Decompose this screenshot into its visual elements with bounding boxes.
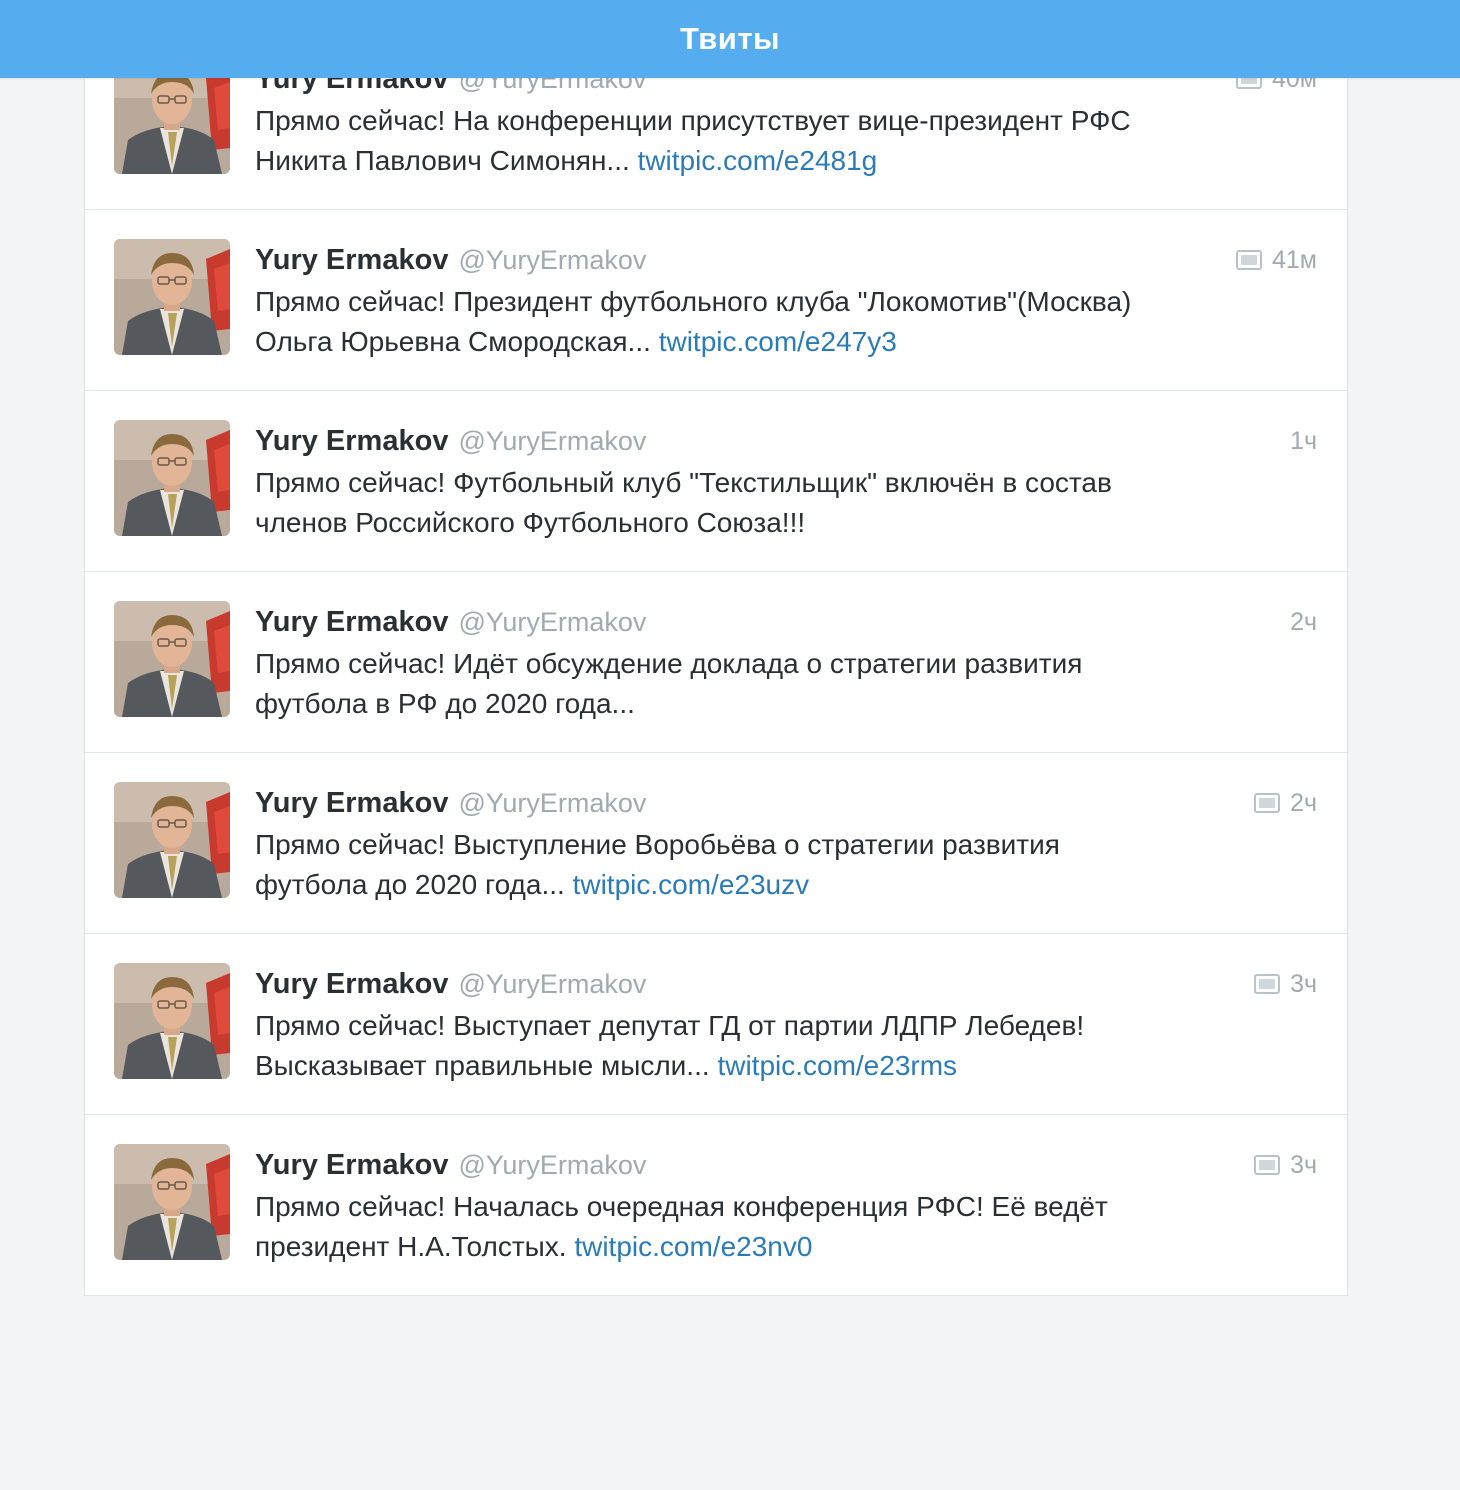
tweet-meta: 2ч <box>1254 781 1317 825</box>
tweet-text-line: Прямо сейчас! Выступает депутат ГД от па… <box>255 1006 1317 1046</box>
timestamp[interactable]: 3ч <box>1290 970 1317 999</box>
tweet-item[interactable]: Yury Ermakov @YuryErmakov 2ч Прямо сейчас! … <box>85 572 1347 753</box>
timestamp[interactable]: 2ч <box>1290 789 1317 818</box>
tweet-text-block: Прямо сейчас! Президент футбольного клуб… <box>255 282 1317 362</box>
tweet-text-line: футбола в РФ до 2020 года... <box>255 684 1317 724</box>
avatar[interactable] <box>114 239 230 355</box>
timestamp[interactable]: 1ч <box>1290 427 1317 456</box>
tweet-text-block: Прямо сейчас! На конференции присутствуе… <box>255 101 1317 181</box>
tweet-text-line: Прямо сейчас! На конференции присутствуе… <box>255 101 1317 141</box>
tweet-text: Прямо сейчас! Идёт обсуждение доклада о … <box>255 648 1083 679</box>
photo-icon <box>1254 793 1281 813</box>
tweet-body: Yury Ermakov @YuryErmakov 41м Прямо сейчас!… <box>255 238 1317 362</box>
tweet-text: Прямо сейчас! Футбольный клуб "Текстильщ… <box>255 467 1112 498</box>
tweet-text: Ольга Юрьевна Смородская... <box>255 326 659 357</box>
avatar[interactable] <box>114 963 230 1079</box>
tweet-text-line: Высказывает правильные мысли... twitpic.… <box>255 1046 1317 1086</box>
photo-icon <box>1254 974 1281 994</box>
author-handle[interactable]: @YuryErmakov <box>458 426 646 457</box>
tweet-item[interactable]: Yury Ermakov @YuryErmakov 3ч Прямо сейчас! … <box>85 934 1347 1115</box>
tweet-text-block: Прямо сейчас! Идёт обсуждение доклада о … <box>255 644 1317 724</box>
tweet-body: Yury Ermakov @YuryErmakov 3ч Прямо сейчас! … <box>255 962 1317 1086</box>
tweet-text: Никита Павлович Симонян... <box>255 145 638 176</box>
tweet-item[interactable]: Yury Ermakov @YuryErmakov 3ч Прямо сейчас! … <box>85 1115 1347 1296</box>
tweet-meta: 3ч <box>1254 962 1317 1006</box>
tweet-text: членов Российского Футбольного Союза!!! <box>255 507 806 538</box>
tweet-header: Yury Ermakov @YuryErmakov 3ч <box>255 1143 1317 1187</box>
tweet-item[interactable]: Yury Ermakov @YuryErmakov 41м Прямо сейчас!… <box>85 210 1347 391</box>
top-bar: Твиты <box>0 0 1460 78</box>
author-name[interactable]: Yury Ermakov <box>255 244 448 277</box>
tweet-link[interactable]: twitpic.com/e2481g <box>638 145 878 176</box>
tweet-link[interactable]: twitpic.com/e247y3 <box>659 326 897 357</box>
tweet-text: Прямо сейчас! На конференции присутствуе… <box>255 105 1131 136</box>
tweet-text-line: Ольга Юрьевна Смородская... twitpic.com/… <box>255 322 1317 362</box>
author-name[interactable]: Yury Ermakov <box>255 606 448 639</box>
avatar[interactable] <box>114 1144 230 1260</box>
tweet-link[interactable]: twitpic.com/e23nv0 <box>574 1231 812 1262</box>
tweet-text-block: Прямо сейчас! Выступает депутат ГД от па… <box>255 1006 1317 1086</box>
tweet-text-line: членов Российского Футбольного Союза!!! <box>255 503 1317 543</box>
tweet-text-line: Прямо сейчас! Идёт обсуждение доклада о … <box>255 644 1317 684</box>
author-handle[interactable]: @YuryErmakov <box>458 1150 646 1181</box>
tweet-text: футбола до 2020 года... <box>255 869 573 900</box>
tweet-body: Yury Ermakov @YuryErmakov 3ч Прямо сейчас! … <box>255 1143 1317 1267</box>
tweet-text-line: президент Н.А.Толстых. twitpic.com/e23nv… <box>255 1227 1317 1267</box>
tweet-text-line: Прямо сейчас! Началась очередная конфере… <box>255 1187 1317 1227</box>
tweet-text: Прямо сейчас! Выступает депутат ГД от па… <box>255 1010 1085 1041</box>
author-name[interactable]: Yury Ermakov <box>255 1149 448 1182</box>
timestamp[interactable]: 41м <box>1272 246 1317 275</box>
avatar[interactable] <box>114 782 230 898</box>
tweet-meta: 2ч <box>1290 600 1317 644</box>
tweet-body: Yury Ermakov @YuryErmakov 1ч Прямо сейчас! … <box>255 419 1317 543</box>
tweet-header: Yury Ermakov @YuryErmakov 1ч <box>255 419 1317 463</box>
tweet-link[interactable]: twitpic.com/e23rms <box>717 1050 957 1081</box>
author-name[interactable]: Yury Ermakov <box>255 968 448 1001</box>
author-handle[interactable]: @YuryErmakov <box>458 607 646 638</box>
photo-icon <box>1254 1155 1281 1175</box>
timestamp[interactable]: 3ч <box>1290 1151 1317 1180</box>
tweet-body: Yury Ermakov @YuryErmakov 2ч Прямо сейчас! … <box>255 600 1317 724</box>
tweet-text-line: Прямо сейчас! Президент футбольного клуб… <box>255 282 1317 322</box>
photo-icon <box>1236 250 1262 270</box>
tweet-meta: 3ч <box>1254 1143 1317 1187</box>
author-name[interactable]: Yury Ermakov <box>255 787 448 820</box>
tweet-text-line: Никита Павлович Симонян... twitpic.com/e… <box>255 141 1317 181</box>
tweet-item[interactable]: Yury Ermakov @YuryErmakov 2ч Прямо сейчас! … <box>85 753 1347 934</box>
author-name[interactable]: Yury Ermakov <box>255 425 448 458</box>
author-handle[interactable]: @YuryErmakov <box>458 788 646 819</box>
timestamp[interactable]: 2ч <box>1290 608 1317 637</box>
author-handle[interactable]: @YuryErmakov <box>458 969 646 1000</box>
tweet-text-line: Прямо сейчас! Футбольный клуб "Текстильщ… <box>255 463 1317 503</box>
avatar[interactable] <box>114 420 230 536</box>
tweet-text-line: футбола до 2020 года... twitpic.com/e23u… <box>255 865 1317 905</box>
tweet-text-line: Прямо сейчас! Выступление Воробьёва о ст… <box>255 825 1317 865</box>
author-handle[interactable]: @YuryErmakov <box>458 245 646 276</box>
tweet-text: Прямо сейчас! Выступление Воробьёва о ст… <box>255 829 1060 860</box>
tweet-timeline: Yury Ermakov@YuryErmakov35мПрямо сейчас!… <box>84 0 1348 1296</box>
tweet-meta: 1ч <box>1290 419 1317 463</box>
tweet-text-block: Прямо сейчас! Футбольный клуб "Текстильщ… <box>255 463 1317 543</box>
tweet-text: президент Н.А.Толстых. <box>255 1231 575 1262</box>
tweet-text: футбола в РФ до 2020 года... <box>255 688 635 719</box>
tweet-link[interactable]: twitpic.com/e23uzv <box>573 869 810 900</box>
tweet-text: Прямо сейчас! Президент футбольного клуб… <box>255 286 1132 317</box>
tweet-text-block: Прямо сейчас! Началась очередная конфере… <box>255 1187 1317 1267</box>
page-title: Твиты <box>679 21 781 56</box>
tweet-text: Высказывает правильные мысли... <box>255 1050 718 1081</box>
avatar[interactable] <box>114 601 230 717</box>
tweet-item[interactable]: Yury Ermakov @YuryErmakov 1ч Прямо сейчас! … <box>85 391 1347 572</box>
tweet-header: Yury Ermakov @YuryErmakov 2ч <box>255 600 1317 644</box>
tweet-header: Yury Ermakov @YuryErmakov 2ч <box>255 781 1317 825</box>
tweet-body: Yury Ermakov @YuryErmakov 2ч Прямо сейчас! … <box>255 781 1317 905</box>
tweet-meta: 41м <box>1236 238 1317 282</box>
tweet-text-block: Прямо сейчас! Выступление Воробьёва о ст… <box>255 825 1317 905</box>
tweet-text: Прямо сейчас! Началась очередная конфере… <box>255 1191 1108 1222</box>
tweet-header: Yury Ermakov @YuryErmakov 3ч <box>255 962 1317 1006</box>
tweet-header: Yury Ermakov @YuryErmakov 41м <box>255 238 1317 282</box>
